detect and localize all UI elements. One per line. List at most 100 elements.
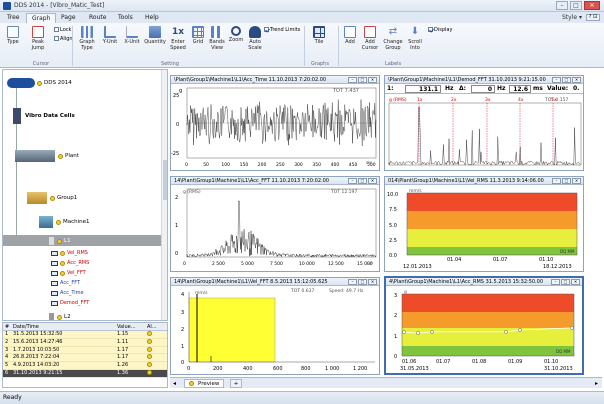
peak-jump-button[interactable]: Peak Jump [26, 26, 50, 51]
col-value[interactable]: Value... [117, 323, 147, 330]
signal-acc-rms[interactable]: Acc_RMS [51, 260, 89, 266]
table-row[interactable]: 3 1.7.2013 10:03:50 1.17 [3, 346, 167, 355]
col-date[interactable]: Date/Time [13, 323, 117, 330]
pane-acc-rms[interactable]: 4\Plant\Group1\Machine1\L1\Acc_RMS 31.5.… [384, 276, 584, 375]
table-row[interactable]: 4 26.8.2013 7:22:04 1.17 [3, 354, 167, 363]
pane-minimize-button[interactable]: – [348, 77, 357, 83]
trend-limits-check[interactable]: Trend Limits [264, 27, 300, 33]
maximize-button[interactable]: □ [570, 1, 582, 10]
display-checkbox[interactable] [428, 27, 433, 32]
tree-root[interactable]: DDS 2014 [7, 78, 72, 88]
lock-checkbox[interactable] [54, 27, 59, 32]
x-unit-button[interactable]: X-Unit [122, 26, 142, 45]
tree-group1[interactable]: Group1 [27, 192, 77, 204]
pane-minimize-button[interactable]: – [552, 178, 561, 184]
add-label-button[interactable]: Add [342, 26, 358, 45]
pane-minimize-button[interactable]: – [552, 77, 561, 83]
pane-close-button[interactable]: ✕ [572, 178, 581, 184]
enter-speed-button[interactable]: 1x Enter Speed [168, 26, 188, 51]
x-tick: 250 [276, 162, 285, 168]
y-unit-button[interactable]: Y-Unit [100, 26, 120, 45]
tree-l1[interactable]: L1 [49, 237, 71, 245]
signal-tree[interactable]: DDS 2014 Vibro Data Cells Plant Group1 M… [2, 69, 168, 321]
align-checkbox[interactable] [54, 36, 59, 41]
data-cell-icon [13, 108, 21, 124]
pane-vel-rms[interactable]: 014\Plant\Group1\Machine1\L1\Vel_RMS 11.… [384, 176, 584, 272]
tabs-scroll-right-icon[interactable]: ▸ [595, 380, 598, 387]
tab-preview[interactable]: Preview [184, 379, 225, 388]
pane-close-button[interactable]: ✕ [368, 279, 377, 285]
scroll-into-button[interactable]: ⬇ Scroll Into [406, 26, 424, 51]
lock-check[interactable]: Lock [54, 27, 71, 33]
grid-button[interactable]: Grid [190, 26, 206, 45]
table-row[interactable]: 1 31.5.2013 15:32:50 1.15 [3, 331, 167, 339]
pane-minimize-button[interactable]: – [348, 178, 357, 184]
quantity-button[interactable]: Quantity [144, 26, 166, 45]
tree-plant[interactable]: Plant [15, 150, 79, 162]
display-check[interactable]: Display [428, 27, 452, 33]
pane-close-button[interactable]: ✕ [368, 178, 377, 184]
tab-graph[interactable]: Graph [26, 13, 57, 23]
trend-limits-checkbox[interactable] [264, 27, 269, 32]
pane-maximize-button[interactable]: □ [562, 178, 571, 184]
cursor-value-field[interactable]: 131.1 [405, 85, 441, 93]
pane-maximize-button[interactable]: □ [358, 279, 367, 285]
signal-icon [51, 290, 58, 296]
pane-minimize-button[interactable]: – [551, 279, 560, 285]
pane-vel-fft[interactable]: 14\Plant\Group1\Machine1\L1\Vel_FFT 8.5.… [170, 277, 380, 375]
alarm-icon [147, 346, 152, 352]
table-row[interactable]: 6 31.10.2013 9:21:15 1.36 [3, 369, 167, 378]
type-button[interactable]: Type [4, 26, 22, 45]
pane-maximize-button[interactable]: □ [358, 77, 367, 83]
value-field[interactable]: 0. [573, 84, 579, 94]
pane-demod-fft[interactable]: \Plant\Group1\Machine1\L1\Demod_FFT 31.1… [384, 75, 584, 171]
table-row[interactable]: 5 4.9.2013 14:03:20 1.26 [3, 362, 167, 370]
tabs-scroll-left-icon[interactable]: ◂ [173, 380, 176, 387]
pane-acc-fft[interactable]: 14\Plant\Group1\Machine1\L1\Acc_FFT 11.1… [170, 176, 380, 272]
y-tick: 25 [173, 93, 179, 99]
tree-l2[interactable]: L2 [49, 313, 71, 320]
table-row[interactable]: 2 15.6.2013 14:27:46 1.11 [3, 338, 167, 347]
pane-minimize-button[interactable]: – [348, 279, 357, 285]
row-index: 2 [5, 338, 9, 345]
tab-tools[interactable]: Tools [113, 13, 138, 23]
group-separator [304, 26, 305, 66]
signal-acc-fft[interactable]: Acc_FFT [51, 280, 80, 286]
add-cursor-button[interactable]: Add Cursor [360, 26, 380, 51]
auto-scale-button[interactable]: Auto Scale [246, 26, 264, 51]
signal-vel-fft[interactable]: Vel_FFT [51, 270, 86, 276]
graph-type-button[interactable]: Graph Type [76, 26, 98, 51]
tree-scrollbar[interactable] [161, 70, 167, 320]
pane-close-button[interactable]: ✕ [368, 77, 377, 83]
tile-button[interactable]: Tile [310, 26, 328, 45]
col-alarm[interactable]: Al... [147, 323, 167, 330]
bands-view-button[interactable]: Bands View [208, 26, 226, 51]
tab-page[interactable]: Page [56, 13, 81, 23]
tree-data-cells[interactable]: Vibro Data Cells [13, 108, 75, 124]
tab-route[interactable]: Route [84, 13, 111, 23]
pane-close-button[interactable]: ✕ [571, 279, 580, 285]
close-button[interactable]: ✕ [584, 1, 600, 10]
tree-machine1[interactable]: Machine1 [39, 216, 90, 228]
style-selector[interactable]: Style ▾ [562, 14, 582, 21]
scroll-thumb[interactable] [163, 160, 167, 200]
zoom-button[interactable]: Zoom [228, 26, 244, 43]
pane-maximize-button[interactable]: □ [358, 178, 367, 184]
pane-maximize-button[interactable]: □ [561, 279, 570, 285]
delta-value-field[interactable]: 0 [471, 85, 495, 93]
tab-help[interactable]: Help [140, 13, 164, 23]
minimize-button[interactable]: – [556, 1, 568, 10]
signal-demod-fft[interactable]: Demod_FFT [51, 300, 89, 306]
pane-acc-time[interactable]: \Plant\Group1\Machine1\L1\Acc_Time 11.10… [170, 75, 380, 171]
add-tab-button[interactable]: + [230, 379, 242, 388]
help-icon[interactable]: ? ⊡ [586, 14, 600, 21]
tab-tree[interactable]: Tree [2, 13, 25, 23]
align-check[interactable]: Align [54, 36, 73, 42]
pane-close-button[interactable]: ✕ [572, 77, 581, 83]
pane-maximize-button[interactable]: □ [562, 77, 571, 83]
change-group-button[interactable]: ⇄ Change Group [382, 26, 404, 51]
signal-vel-rms[interactable]: Vel_RMS [51, 250, 88, 256]
col-index[interactable]: # [3, 323, 13, 330]
signal-acc-time[interactable]: Acc_Time [51, 290, 84, 296]
period-value-field[interactable]: 12.6 [509, 85, 531, 93]
